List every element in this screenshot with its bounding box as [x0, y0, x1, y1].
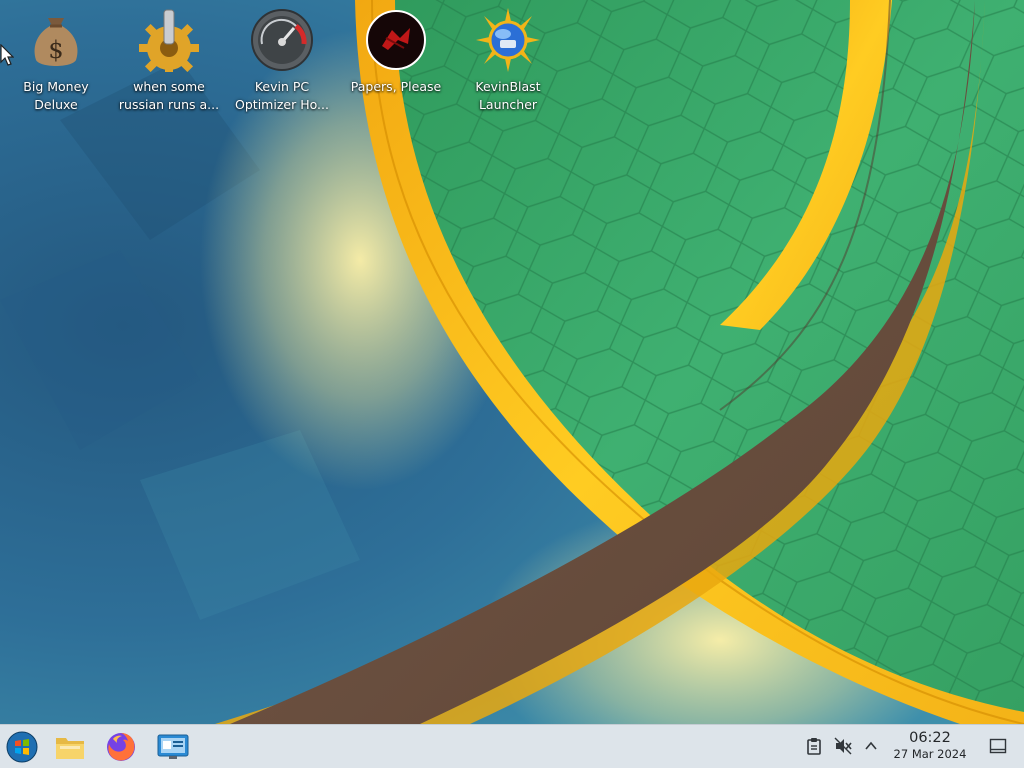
show-desktop-button[interactable]: [988, 736, 1008, 756]
desktop-icon-label: Kevin PC Optimizer Ho...: [235, 79, 329, 112]
speedometer-icon: [251, 9, 313, 71]
show-desktop-icon: [989, 738, 1007, 754]
money-bag-icon: $: [34, 18, 78, 66]
file-manager-button[interactable]: [52, 729, 88, 765]
kevinblast-icon: [476, 8, 540, 72]
show-hidden-icons-button[interactable]: [861, 736, 881, 756]
desktop-icon-kevinblast-launcher[interactable]: KevinBlast Launcher: [452, 6, 564, 116]
desktop-icon-label: Papers, Please: [350, 79, 442, 94]
desktop[interactable]: $ Big Money Deluxe when some russian run…: [0, 0, 1024, 724]
desktop-icon-papers-please[interactable]: Papers, Please: [340, 6, 452, 116]
digital-clock[interactable]: 06:22 27 Mar 2024: [884, 729, 976, 765]
papers-please-icon: [366, 10, 426, 70]
firefox-button[interactable]: [103, 729, 139, 765]
desktop-icon-label: when some russian runs a...: [118, 79, 220, 112]
desktop-icon-big-money-deluxe[interactable]: $ Big Money Deluxe: [0, 6, 112, 116]
system-settings-icon: [157, 734, 189, 759]
clipboard-icon: [807, 738, 821, 755]
desktop-icon-russian-runs[interactable]: when some russian runs a...: [113, 6, 225, 116]
firefox-icon: [107, 733, 135, 761]
start-menu-icon: [6, 731, 38, 763]
file-manager-icon: [56, 738, 84, 759]
clipboard-button[interactable]: [804, 736, 824, 756]
clock-date: 27 Mar 2024: [893, 747, 967, 761]
taskbar: 06:22 27 Mar 2024: [0, 724, 1024, 768]
clock-time: 06:22: [909, 730, 951, 746]
volume-muted-icon: [834, 737, 852, 755]
gear-icon: [139, 9, 199, 72]
svg-text:$: $: [48, 36, 63, 64]
chevron-up-icon: [865, 741, 877, 750]
start-menu-button[interactable]: [4, 729, 40, 765]
desktop-icon-label: Big Money Deluxe: [23, 79, 89, 112]
desktop-icon-kevin-pc-optimizer[interactable]: Kevin PC Optimizer Ho...: [226, 6, 338, 116]
volume-button[interactable]: [833, 736, 853, 756]
system-settings-button[interactable]: [155, 729, 191, 765]
desktop-icon-label: KevinBlast Launcher: [475, 79, 541, 112]
